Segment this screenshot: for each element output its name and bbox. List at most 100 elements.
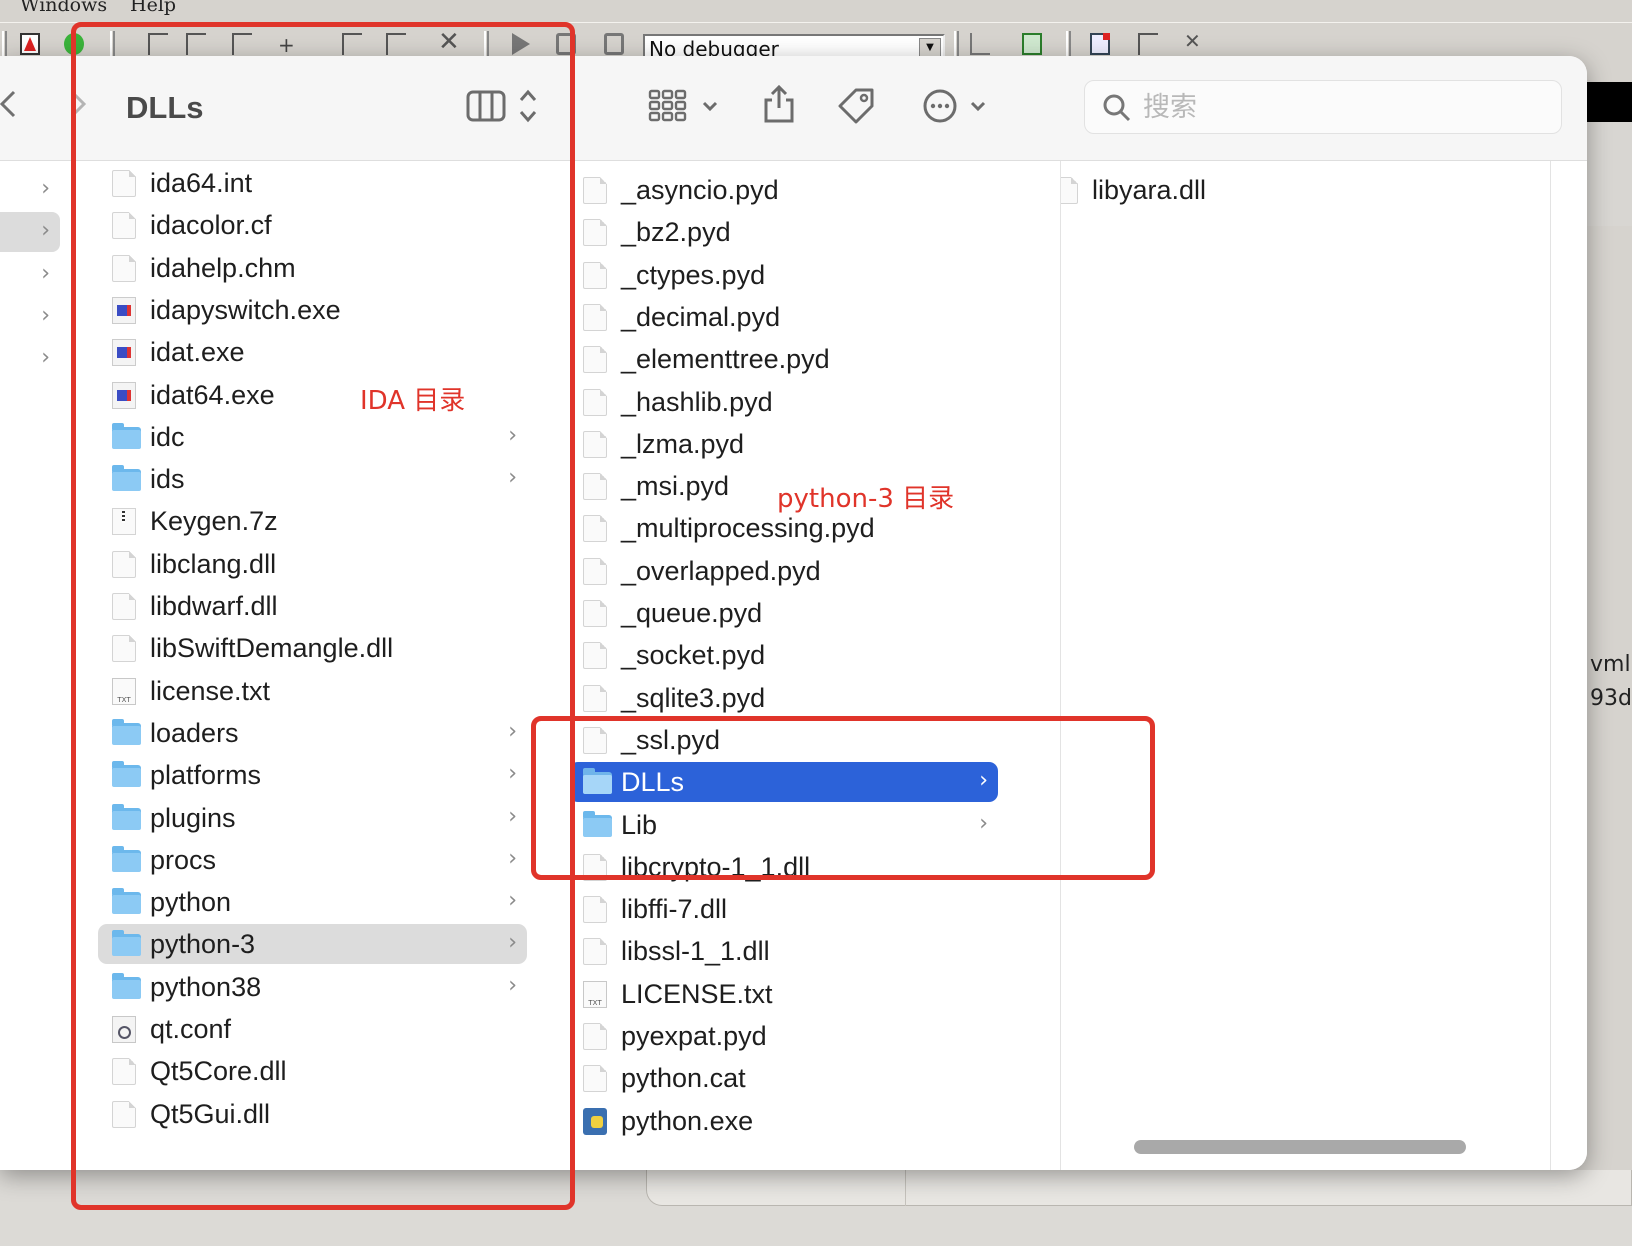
item-name: _bz2.pyd	[621, 217, 731, 248]
stop-icon[interactable]	[604, 33, 624, 55]
document-icon	[583, 896, 607, 924]
ida-directory-highlight	[71, 22, 575, 1210]
item-name: _asyncio.pyd	[621, 175, 779, 205]
warning-icon[interactable]	[20, 33, 40, 55]
file-item[interactable]: python.exe	[572, 1101, 998, 1141]
chevron-down-icon[interactable]: ▼	[919, 38, 941, 58]
python3-directory-annotation: python-3 目录	[777, 484, 955, 514]
file-item[interactable]: pyexpat.pyd	[572, 1016, 998, 1056]
ida-directory-annotation: IDA 目录	[360, 386, 466, 416]
document-icon	[583, 388, 607, 416]
file-item[interactable]: _overlapped.pyd	[572, 551, 998, 591]
chevron-right-icon: ›	[41, 176, 50, 201]
file-item[interactable]: _elementtree.pyd	[572, 339, 998, 379]
item-name: libyara.dll	[1092, 175, 1207, 205]
file-item[interactable]: python.cat	[572, 1058, 998, 1098]
item-name: _queue.pyd	[621, 598, 763, 628]
item-name: _msi.pyd	[621, 471, 730, 502]
file-item[interactable]: libffi-7.dll	[572, 889, 998, 929]
file-item[interactable]: libssl-1_1.dll	[572, 931, 998, 971]
document-icon	[583, 938, 607, 966]
ellipsis-circle-icon	[923, 89, 986, 123]
menu-windows[interactable]: Windows	[20, 0, 107, 16]
document-icon	[583, 1023, 607, 1050]
item-name: _multiprocessing.pyd	[621, 513, 875, 544]
document-icon	[583, 600, 607, 627]
graph-remove-icon[interactable]: ✕	[1184, 29, 1204, 53]
sidebar-item[interactable]: ›	[0, 297, 60, 337]
item-name: _socket.pyd	[621, 640, 766, 671]
document-icon	[583, 473, 607, 501]
document-icon	[583, 642, 607, 670]
sidebar-item[interactable]: ›	[0, 339, 60, 379]
menu-help[interactable]: Help	[130, 0, 176, 16]
share-icon	[764, 84, 794, 123]
file-item[interactable]: libyara.dll	[1061, 170, 1536, 210]
file-item[interactable]: _sqlite3.pyd	[572, 678, 998, 718]
chevron-right-icon: ›	[41, 345, 50, 371]
item-name: libssl-1_1.dll	[621, 936, 770, 967]
toolbar-separator	[1066, 31, 1071, 57]
item-name: pyexpat.pyd	[621, 1021, 767, 1051]
search-field[interactable]	[1084, 80, 1562, 134]
column-dlls-directory: libyara.dll	[1061, 161, 1551, 1170]
item-name: libffi-7.dll	[621, 894, 728, 925]
toolbar-separator	[954, 31, 959, 57]
column-python3-directory: _asyncio.pyd _bz2.pyd _ctypes.pyd _decimal.…	[572, 161, 1061, 1170]
horizontal-scrollbar[interactable]	[1134, 1140, 1466, 1154]
ida-right-text: vml 93d	[1590, 648, 1632, 716]
item-name: _overlapped.pyd	[621, 555, 821, 586]
ida-bottom-panel	[646, 1170, 1632, 1206]
ida-output-panel	[1584, 82, 1632, 122]
file-item[interactable]: _hashlib.pyd	[572, 382, 998, 422]
chevron-right-icon: ›	[41, 218, 50, 244]
file-item[interactable]: _decimal.pyd	[572, 297, 998, 337]
share-button[interactable]	[762, 84, 796, 131]
document-icon	[1061, 177, 1078, 204]
step-into-icon[interactable]	[970, 33, 990, 55]
group-button[interactable]	[648, 88, 720, 131]
grid-icon	[648, 89, 718, 122]
item-name: python.exe	[621, 1105, 754, 1136]
file-item[interactable]: _lzma.pyd	[572, 424, 998, 464]
sidebar: › › › › ›	[0, 161, 72, 1170]
file-item[interactable]: _queue.pyd	[572, 593, 998, 633]
document-icon	[583, 303, 607, 331]
document-icon	[583, 177, 607, 204]
chevron-right-icon: ›	[41, 302, 50, 328]
item-name: LICENSE.txt	[621, 978, 773, 1009]
back-button[interactable]	[0, 86, 18, 129]
ida-side-pane	[1584, 122, 1632, 226]
document-icon	[583, 557, 607, 585]
item-name: _lzma.pyd	[621, 428, 745, 459]
column-empty	[1551, 161, 1587, 1170]
document-icon	[583, 684, 607, 712]
document-icon	[583, 430, 607, 458]
tags-button[interactable]	[836, 86, 876, 133]
file-item[interactable]: TXT LICENSE.txt	[572, 974, 998, 1014]
graph-layout-icon[interactable]	[1138, 33, 1158, 55]
python-exe-icon	[583, 1107, 607, 1135]
item-name: _hashlib.pyd	[621, 386, 773, 417]
ida-text-line: vml	[1590, 652, 1631, 677]
file-item[interactable]: _socket.pyd	[572, 635, 998, 675]
toolbar-separator	[2, 31, 7, 57]
chevron-left-icon	[0, 90, 16, 118]
search-icon	[1103, 94, 1131, 122]
file-item[interactable]: _bz2.pyd	[572, 212, 998, 252]
window-icon[interactable]	[1090, 33, 1110, 55]
sidebar-item[interactable]: ›	[0, 170, 60, 210]
file-item[interactable]: _asyncio.pyd	[572, 170, 998, 210]
sidebar-item[interactable]: ›	[0, 255, 60, 295]
ida-text-line: 93d	[1590, 686, 1632, 711]
sidebar-item[interactable]: ›	[0, 212, 60, 253]
dlls-folder-highlight	[531, 716, 1155, 880]
item-name: _decimal.pyd	[621, 301, 781, 332]
document-icon	[583, 346, 607, 374]
run-to-cursor-icon[interactable]	[1022, 33, 1042, 55]
search-input[interactable]	[1143, 91, 1543, 123]
file-item[interactable]: _ctypes.pyd	[572, 255, 998, 295]
more-actions-button[interactable]	[922, 88, 992, 131]
item-name: _sqlite3.pyd	[621, 682, 766, 713]
chevron-right-icon: ›	[41, 260, 50, 286]
